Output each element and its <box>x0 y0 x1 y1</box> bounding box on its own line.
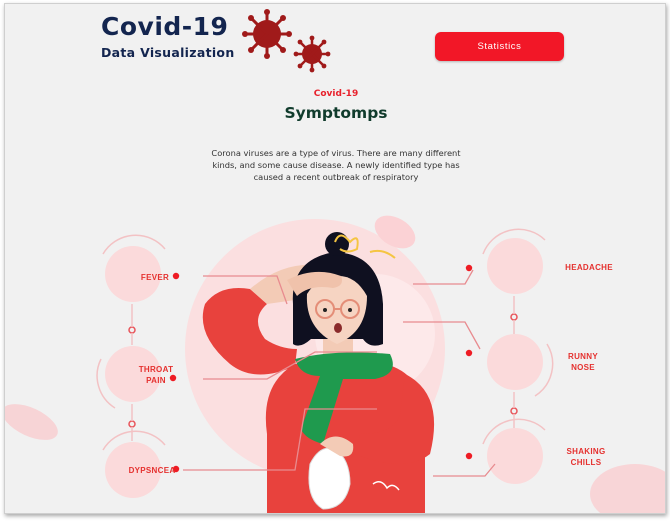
symptom-fever: FEVER <box>140 273 170 282</box>
symptom-throat-pain: THROAT PAIN <box>138 365 174 385</box>
symptom-shaking-chills: SHAKING CHILLS <box>566 447 606 467</box>
symptom-dypsncea: DYPSNCEA <box>128 466 176 475</box>
symptoms-illustration <box>5 215 665 513</box>
symptom-runny-nose: RUNNY NOSE <box>568 352 598 372</box>
page-frame: Covid-19 Data Visualization Statistics C… <box>4 3 666 514</box>
symptom-headache: HEADACHE <box>565 263 613 272</box>
